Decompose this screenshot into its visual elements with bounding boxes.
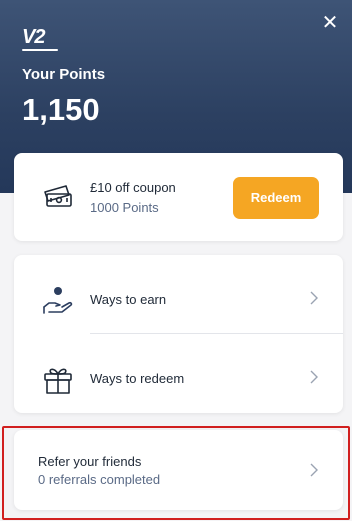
ways-to-earn-label: Ways to earn [90, 292, 167, 307]
ticket-icon [44, 185, 72, 207]
points-value: 1,150 [22, 92, 100, 127]
coupon-points: 1000 Points [90, 200, 159, 215]
ways-to-redeem-label: Ways to redeem [90, 371, 185, 386]
coupon-card: £10 off coupon 1000 Points Redeem [14, 153, 343, 241]
close-icon[interactable]: ✕ [320, 13, 340, 33]
chevron-right-icon [310, 370, 318, 384]
refer-friends-item[interactable]: Refer your friends 0 referrals completed [14, 430, 343, 510]
points-label: Your Points [22, 66, 106, 83]
ways-to-redeem-item[interactable]: Ways to redeem [14, 334, 343, 412]
coupon-title: £10 off coupon [90, 180, 176, 195]
logo-underline [22, 49, 58, 51]
refer-subtitle: 0 referrals completed [38, 472, 161, 487]
chevron-right-icon [310, 291, 318, 305]
redeem-button[interactable]: Redeem [233, 177, 319, 219]
chevron-right-icon [310, 463, 318, 477]
hand-coin-icon [43, 287, 73, 314]
ways-to-earn-item[interactable]: Ways to earn [14, 255, 343, 333]
refer-title: Refer your friends [38, 454, 142, 469]
brand-logo: V2 [22, 26, 45, 48]
gift-icon [44, 368, 72, 394]
menu-card: Ways to earn Ways to redeem [14, 255, 343, 413]
